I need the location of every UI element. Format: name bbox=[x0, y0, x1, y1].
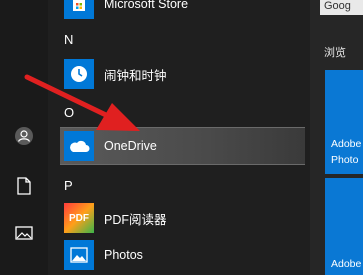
list-item-microsoft-store[interactable]: Microsoft Store bbox=[60, 0, 305, 22]
list-item-photos[interactable]: Photos bbox=[60, 237, 305, 273]
list-item-pdf-reader[interactable]: PDF PDF阅读器 bbox=[60, 200, 305, 236]
tile-label: Adobe bbox=[331, 258, 362, 270]
app-label: Microsoft Store bbox=[104, 0, 189, 11]
pdf-reader-icon: PDF bbox=[64, 203, 94, 233]
app-label: PDF阅读器 bbox=[104, 212, 167, 227]
list-item-onedrive[interactable]: OneDrive bbox=[60, 127, 305, 165]
alarm-clock-icon bbox=[64, 59, 94, 89]
user-avatar-icon[interactable] bbox=[12, 124, 36, 148]
section-letter-o[interactable]: O bbox=[64, 105, 74, 120]
tile-group-label[interactable]: 浏览 bbox=[324, 44, 346, 60]
tile-label-line2: Photo bbox=[331, 154, 359, 166]
tile-label-line1: Adobe bbox=[331, 138, 362, 150]
document-icon[interactable] bbox=[12, 174, 36, 198]
store-icon bbox=[64, 0, 94, 19]
search-tile[interactable]: Goog bbox=[320, 0, 363, 15]
section-letter-p[interactable]: P bbox=[64, 178, 73, 193]
pictures-icon[interactable] bbox=[12, 221, 36, 245]
photos-icon bbox=[64, 240, 94, 270]
start-rail bbox=[0, 0, 48, 275]
app-label: Photos bbox=[104, 248, 143, 262]
adobe-tile[interactable]: Adobe bbox=[325, 178, 363, 275]
onedrive-cloud-icon bbox=[64, 131, 94, 161]
app-label: 闹钟和时钟 bbox=[104, 68, 167, 83]
app-label: OneDrive bbox=[104, 139, 157, 153]
section-letter-n[interactable]: N bbox=[64, 32, 73, 47]
adobe-photo-tile[interactable]: Adobe Photo bbox=[325, 70, 363, 174]
list-item-alarms-clock[interactable]: 闹钟和时钟 bbox=[60, 56, 305, 92]
